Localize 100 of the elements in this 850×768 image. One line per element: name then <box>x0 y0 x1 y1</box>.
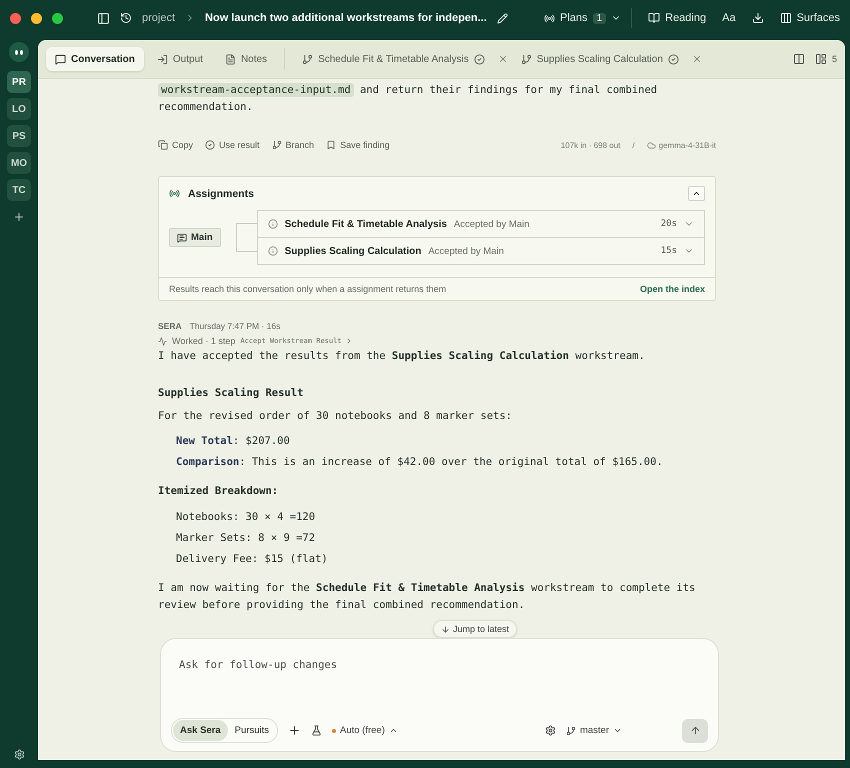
download-button[interactable] <box>752 12 764 24</box>
book-icon <box>648 12 660 24</box>
tab[interactable]: Output <box>148 47 212 71</box>
mode-toggle[interactable]: Pursuits <box>228 720 276 741</box>
history-icon[interactable] <box>120 12 132 24</box>
message-text: workstream-acceptance-input.md and return their findings for my final combined recommendation. <box>158 82 658 115</box>
use-action[interactable]: Use result <box>205 140 260 150</box>
check-circle-icon <box>205 140 216 150</box>
model-name: gemma-4-31B-it <box>658 140 716 150</box>
section-heading: Supplies Scaling Result <box>158 386 304 401</box>
panels-icon <box>814 53 827 65</box>
output-icon <box>156 54 168 64</box>
assignment-title: Supplies Scaling Calculation <box>284 246 422 256</box>
model-selector[interactable]: Auto (free) <box>332 725 398 736</box>
tab[interactable]: Notes <box>216 47 276 71</box>
plans-count: 1 <box>592 12 606 24</box>
panels-button[interactable]: 5 <box>814 53 837 65</box>
result-line: New Total: $207.00 <box>176 434 291 448</box>
check-circle-icon <box>668 54 679 64</box>
chevron-up-icon <box>692 189 701 198</box>
edit-pencil-icon[interactable] <box>496 12 508 24</box>
minimize-window-button[interactable] <box>31 12 42 24</box>
settings-icon[interactable] <box>544 725 556 736</box>
breakdown-line: Notebooks: 30 × 4 =120 <box>176 510 316 524</box>
add-icon[interactable] <box>288 724 301 737</box>
split-view-icon[interactable] <box>792 53 805 65</box>
status-dot <box>332 728 336 732</box>
tab[interactable]: Conversation <box>46 47 144 71</box>
arrow-down-icon <box>441 624 450 634</box>
arrow-up-icon <box>690 725 700 736</box>
chat-bubble-icon <box>177 232 187 242</box>
tab[interactable]: Schedule Fit & Timetable Analysis <box>293 47 494 71</box>
chat-bubble-icon <box>55 54 66 64</box>
card-footer-text: Results reach this conversation only when a assignment returns them <box>169 284 446 294</box>
assignment-status: Accepted by Main <box>454 218 530 230</box>
font-button[interactable]: Aa <box>722 12 736 24</box>
separator-slash: / <box>632 140 635 150</box>
result-line: Comparison: This is an increase of $42.00 over the original total of $165.00. <box>176 455 664 469</box>
signal-icon <box>544 12 556 24</box>
columns-icon <box>780 12 792 24</box>
info-icon <box>268 246 278 256</box>
workspace-button[interactable]: PS <box>7 125 31 147</box>
bookmark-icon <box>326 140 336 150</box>
author-name: SERA <box>158 321 182 331</box>
document-icon <box>224 54 236 64</box>
branch-icon <box>566 726 576 736</box>
open-index-link[interactable]: Open the index <box>640 284 705 294</box>
breakdown-line: Delivery Fee: $15 (flat) <box>176 552 329 566</box>
flask-icon[interactable] <box>311 725 322 736</box>
assignment-duration: 15s <box>660 246 677 256</box>
cloud-icon <box>646 140 656 150</box>
activity-icon <box>158 336 167 346</box>
branch-selector[interactable]: master <box>566 725 622 736</box>
reply-text: I have accepted the results from the Supplies Scaling Calculation workstream. <box>158 349 646 364</box>
assignment-row[interactable]: Supplies Scaling Calculation Accepted by Main 15s <box>258 237 704 264</box>
sidebar-toggle-icon[interactable] <box>97 12 110 24</box>
save-action[interactable]: Save finding <box>326 140 390 150</box>
jump-to-latest-button[interactable]: Jump to latest <box>433 620 518 638</box>
workspace-button[interactable]: MO <box>7 152 31 174</box>
close-window-button[interactable] <box>10 12 21 24</box>
workspace-button[interactable]: TC <box>7 179 31 201</box>
conversation-title: Now launch two additional workstreams for indepen... <box>205 12 487 24</box>
reading-button[interactable]: Reading <box>648 12 706 24</box>
workspace-button[interactable]: LO <box>7 98 31 120</box>
breadcrumb-project[interactable]: project <box>142 12 176 24</box>
close-tab-icon[interactable] <box>692 54 702 64</box>
chevron-up-icon <box>388 726 398 735</box>
worked-label: Worked · 1 step <box>172 336 236 346</box>
copy-icon <box>158 140 168 150</box>
branch-icon <box>520 54 532 64</box>
signal-icon <box>169 188 180 199</box>
workspace-button[interactable]: PR <box>7 71 31 93</box>
main-chip: Main <box>169 228 221 247</box>
tab[interactable]: Supplies Scaling Calculation <box>512 47 688 71</box>
assignment-status: Accepted by Main <box>428 246 505 256</box>
send-button[interactable] <box>682 718 708 742</box>
plans-button[interactable]: Plans 1 <box>544 12 622 24</box>
message-input[interactable]: Ask for follow-up changes <box>171 651 708 679</box>
surfaces-button[interactable]: Surfaces <box>780 12 840 24</box>
check-circle-icon <box>474 54 485 64</box>
app-logo-icon <box>9 42 29 62</box>
chevron-down-icon <box>613 726 622 735</box>
plus-icon <box>13 211 25 223</box>
info-icon <box>268 219 278 229</box>
mode-toggle[interactable]: Ask Sera <box>173 720 228 741</box>
download-icon <box>752 12 764 24</box>
section-heading: Itemized Breakdown: <box>158 484 280 499</box>
breakdown-line: Marker Sets: 8 × 9 =72 <box>176 531 316 545</box>
branch-icon <box>302 54 314 64</box>
maximize-window-button[interactable] <box>52 12 63 24</box>
close-tab-icon[interactable] <box>498 54 508 64</box>
copy-action[interactable]: Copy <box>158 140 194 150</box>
branch-icon <box>272 140 282 150</box>
token-usage: 107k in · 698 out <box>560 140 620 150</box>
card-title: Assignments <box>188 188 255 200</box>
assignment-row[interactable]: Schedule Fit & Timetable Analysis Accepted by Main 20s <box>258 211 704 237</box>
assignment-title: Schedule Fit & Timetable Analysis <box>284 218 447 230</box>
reply-text: For the revised order of 30 notebooks and 8 marker sets: <box>158 409 514 424</box>
branch-action[interactable]: Branch <box>272 140 314 150</box>
reply-text: I am now waiting for the Schedule Fit & Timetable Analysis workstream to complete its review before providing the final combined recommendation. <box>158 581 696 613</box>
